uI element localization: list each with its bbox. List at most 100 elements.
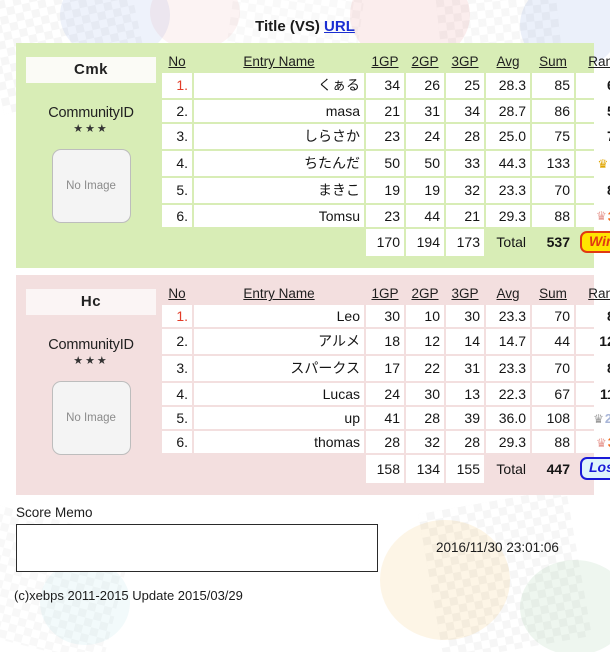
cell-no: 4. (162, 151, 192, 176)
cell-2gp: 32 (406, 431, 444, 454)
column-header-rank: Rank (588, 54, 610, 69)
cell-sum: 70 (532, 356, 574, 382)
column-header-sum: Sum (539, 54, 567, 69)
team-avatar-placeholder: No Image (51, 149, 131, 223)
team-name: Cmk (26, 57, 156, 83)
rank-label: 2nd (604, 411, 610, 427)
cell-sum: 88 (532, 205, 574, 227)
totals-spacer-no (162, 455, 192, 482)
cell-no: 6. (162, 431, 192, 454)
table-row: 4.Lucas24301322.367 11th (162, 383, 610, 406)
team-info: Hc CommunityID ★★★ No Image (26, 283, 156, 456)
total-3gp: 173 (446, 229, 484, 257)
cell-entry-name: しらさか (194, 124, 364, 149)
table-row: 3.スパークス17223123.3708th (162, 356, 610, 382)
cell-2gp: 10 (406, 305, 444, 328)
cell-3gp: 39 (446, 407, 484, 430)
total-1gp: 170 (366, 229, 404, 257)
column-header-1gp: 1GP (371, 286, 399, 302)
column-header-sum: Sum (539, 286, 567, 302)
totals-spacer-no (162, 229, 192, 256)
cell-sum: 86 (532, 100, 574, 122)
cell-no: 6. (162, 205, 192, 227)
timestamp: 2016/11/30 23:01:06 (436, 540, 559, 556)
cell-3gp: 28 (446, 124, 484, 149)
cell-2gp: 28 (406, 407, 444, 430)
no-image-label: No Image (66, 180, 116, 192)
title-url-link[interactable]: URL (324, 18, 355, 35)
rank-label: 11th (599, 385, 610, 402)
cell-avg: 25.0 (486, 124, 530, 149)
cell-rank: 7th (576, 124, 610, 149)
totals-row: 170194173 Total 537 Win! (162, 229, 610, 257)
totals-row: 158134155 Total 447 Lose (162, 455, 610, 483)
rank-label: 12th (599, 333, 610, 350)
team-panel: Cmk CommunityID ★★★ No Image No Entry Name 1GP… (16, 43, 610, 269)
column-header-no: No (168, 286, 186, 302)
cell-rank: 8th (576, 178, 610, 203)
cell-avg: 28.7 (486, 100, 530, 122)
crown-icon: ♛ (597, 156, 609, 171)
cell-3gp: 30 (446, 305, 484, 328)
column-header-entry-name: Entry Name (243, 286, 315, 302)
cell-1gp: 41 (366, 407, 404, 430)
cell-3gp: 31 (446, 356, 484, 382)
total-1gp: 158 (366, 455, 404, 483)
cell-rank: ♛1st (576, 151, 610, 176)
cell-1gp: 23 (366, 205, 404, 227)
teams-container: Cmk CommunityID ★★★ No Image No Entry Name 1GP… (0, 43, 610, 495)
table-header-row: No Entry Name 1GP 2GP 3GP Avg Sum Rank (162, 53, 610, 71)
cell-sum: 85 (532, 73, 574, 98)
score-table-wrapper: NoEntry Name1GP2GP3GPAvgSumRank1.Leo3010… (156, 283, 610, 484)
table-row: 4.ちたんだ50503344.3133♛1st (162, 151, 610, 176)
cell-1gp: 34 (366, 73, 404, 98)
cell-no: 5. (162, 407, 192, 430)
cell-3gp: 14 (446, 329, 484, 355)
column-header-rank: Rank (588, 286, 610, 302)
cell-avg: 22.3 (486, 383, 530, 406)
cell-1gp: 30 (366, 305, 404, 328)
cell-entry-name: まきこ (194, 178, 364, 203)
total-sum: 447 (546, 460, 570, 477)
cell-3gp: 32 (446, 178, 484, 203)
cell-avg: 29.3 (486, 431, 530, 454)
community-id-label: CommunityID (48, 105, 134, 121)
total-label: Total (496, 460, 526, 477)
crown-icon: ♛ (596, 209, 607, 224)
table-row: 5.まきこ19193223.3708th (162, 178, 610, 203)
cell-no: 1. (162, 73, 192, 98)
cell-sum: 67 (532, 383, 574, 406)
score-memo-input[interactable] (16, 523, 378, 572)
cell-entry-name: スパークス (194, 356, 364, 382)
cell-2gp: 30 (406, 383, 444, 406)
cell-no: 2. (162, 329, 192, 355)
cell-avg: 23.3 (486, 356, 530, 382)
cell-entry-name: Lucas (194, 383, 364, 406)
community-id-label: CommunityID (48, 337, 134, 354)
cell-avg: 36.0 (486, 407, 530, 430)
cell-rank: 8th (576, 305, 610, 328)
cell-1gp: 17 (366, 356, 404, 382)
cell-rank: ♛3rd (576, 205, 610, 227)
score-table: NoEntry Name1GP2GP3GPAvgSumRank1.Leo3010… (160, 283, 610, 484)
cell-1gp: 19 (366, 178, 404, 203)
cell-rank: 12th (576, 329, 610, 355)
cell-2gp: 44 (406, 205, 444, 227)
footer-copyright: (c)xebps 2011-2015 Update 2015/03/29 (14, 587, 243, 603)
score-table-wrapper: NoEntry Name1GP2GP3GPAvgSumRank1.くぁる3426… (156, 51, 610, 258)
medal-gold: ♛1st (597, 156, 610, 171)
total-sum: 537 (546, 234, 570, 251)
crown-icon: ♛ (596, 435, 607, 450)
cell-entry-name: Leo (194, 305, 364, 328)
column-header-entry-name: Entry Name (243, 54, 315, 69)
cell-rank: 5th (576, 100, 610, 122)
cell-1gp: 28 (366, 431, 404, 454)
team-name: Hc (26, 289, 156, 316)
column-header-3gp: 3GP (451, 286, 479, 302)
cell-3gp: 34 (446, 100, 484, 122)
column-header-avg: Avg (496, 54, 520, 69)
cell-rank: ♛3rd (576, 431, 610, 454)
cell-rank: 8th (576, 356, 610, 382)
cell-entry-name: アルメ (194, 329, 364, 355)
result-cell: Win! (576, 229, 610, 256)
